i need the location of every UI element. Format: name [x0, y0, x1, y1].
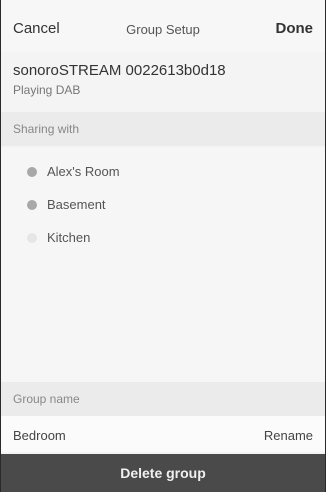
navigation-bar: Cancel Group Setup Done — [1, 0, 325, 52]
room-item-alexs-room[interactable]: Alex's Room — [27, 164, 120, 179]
sharing-section-header: Sharing with — [1, 112, 325, 146]
room-label: Kitchen — [47, 230, 91, 245]
room-item-basement[interactable]: Basement — [27, 197, 106, 212]
room-item-kitchen[interactable]: Kitchen — [27, 230, 90, 245]
group-setup-screen: Cancel Group Setup Done sonoroSTREAM 002… — [0, 0, 326, 492]
group-name-value: Bedroom — [13, 428, 66, 443]
device-info: sonoroSTREAM 0022613b0d18 Playing DAB — [13, 62, 226, 97]
rename-button[interactable]: Rename — [264, 428, 313, 443]
delete-group-button[interactable]: Delete group — [1, 454, 325, 492]
selected-dot-icon — [27, 166, 37, 177]
room-label: Alex's Room — [47, 164, 120, 179]
group-name-section-header: Group name — [1, 382, 325, 416]
device-status: Playing DAB — [13, 83, 81, 97]
group-name-row: Bedroom Rename — [1, 416, 325, 452]
device-name: sonoroSTREAM 0022613b0d18 — [13, 62, 226, 79]
selected-dot-icon — [27, 199, 37, 210]
sharing-room-list: Alex's Room Basement Kitchen — [1, 148, 325, 382]
room-label: Basement — [47, 197, 106, 212]
unselected-dot-icon — [27, 232, 37, 243]
done-button[interactable]: Done — [276, 20, 314, 37]
